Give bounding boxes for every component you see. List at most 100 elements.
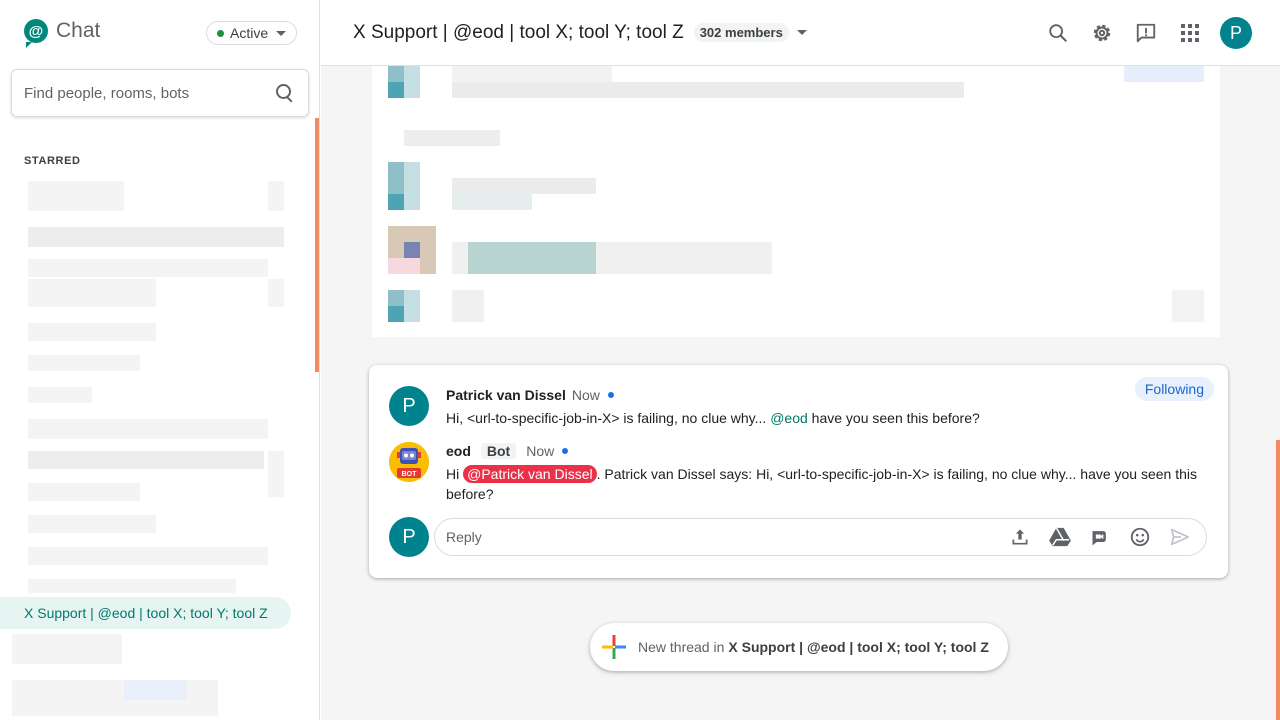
search-input[interactable] xyxy=(24,84,274,102)
blurred-avatar xyxy=(404,290,420,322)
robot-icon: BOT xyxy=(389,442,429,482)
chevron-down-icon xyxy=(276,30,287,36)
blurred-text xyxy=(1124,66,1204,82)
previous-thread-card xyxy=(372,66,1220,337)
gear-icon[interactable] xyxy=(1084,15,1120,51)
reply-input[interactable] xyxy=(446,529,1000,545)
message-header: Patrick van Dissel Now xyxy=(446,386,1209,404)
list-item xyxy=(268,181,284,211)
list-item xyxy=(268,451,284,497)
chat-logo-icon: @ xyxy=(24,19,48,48)
plus-icon xyxy=(602,635,626,659)
list-item[interactable] xyxy=(28,355,140,371)
message-text: Hi @Patrick van Dissel. Patrick van Diss… xyxy=(446,464,1209,504)
list-item[interactable] xyxy=(28,181,124,211)
mention-eod[interactable]: @eod xyxy=(770,410,808,426)
timestamp: Now xyxy=(571,387,600,403)
message-text-part: Hi xyxy=(446,466,464,482)
drive-icon[interactable] xyxy=(1040,520,1080,554)
blurred-text xyxy=(452,290,484,322)
blurred-text xyxy=(452,194,532,210)
blurred-avatar xyxy=(404,242,420,258)
list-item[interactable] xyxy=(28,515,156,533)
sidebar-item-label: X Support | @eod | tool X; tool Y; tool … xyxy=(24,605,268,621)
search-icon[interactable] xyxy=(274,82,296,104)
upload-icon[interactable] xyxy=(1000,520,1040,554)
search-icon[interactable] xyxy=(1040,15,1076,51)
reply-box xyxy=(434,518,1207,556)
blurred-avatar xyxy=(404,66,420,98)
send-icon[interactable] xyxy=(1160,520,1200,554)
sidebar: @ Chat Active STARRED xyxy=(0,0,320,720)
presence-dot-icon xyxy=(562,448,569,454)
list-item[interactable] xyxy=(28,483,140,501)
blurred-text xyxy=(1172,290,1204,322)
blurred-avatar xyxy=(404,162,420,210)
sidebar-scrollbar[interactable] xyxy=(315,118,319,372)
emoji-icon[interactable] xyxy=(1120,520,1160,554)
new-thread-prefix: New thread in xyxy=(638,639,725,655)
app-name: Chat xyxy=(56,19,101,42)
bot-badge: Bot xyxy=(480,443,517,459)
message-text-part: have you seen this before? xyxy=(807,410,980,426)
bot-avatar[interactable]: BOT xyxy=(389,442,429,482)
message-body: Patrick van Dissel Now Hi, <url-to-speci… xyxy=(446,386,1209,428)
list-item xyxy=(124,680,186,700)
video-meet-icon[interactable] xyxy=(1080,520,1120,554)
reply-actions xyxy=(1000,520,1200,554)
new-thread-room: X Support | @eod | tool X; tool Y; tool … xyxy=(728,639,989,655)
list-item[interactable] xyxy=(28,227,284,247)
list-item[interactable] xyxy=(28,387,92,403)
list-item[interactable] xyxy=(28,579,236,593)
main-scrollbar[interactable] xyxy=(1276,440,1280,720)
apps-grid-icon[interactable] xyxy=(1172,15,1208,51)
list-item[interactable] xyxy=(28,451,264,469)
blurred-text xyxy=(452,82,964,98)
blurred-text xyxy=(452,66,612,82)
status-dropdown[interactable]: Active xyxy=(206,21,298,45)
reply-row: P xyxy=(389,517,1209,557)
room-title: X Support | @eod | tool X; tool Y; tool … xyxy=(353,21,684,43)
room-header: X Support | @eod | tool X; tool Y; tool … xyxy=(321,0,1280,66)
app-logo[interactable]: @ Chat xyxy=(24,19,101,48)
presence-dot-icon xyxy=(607,392,614,398)
sender-name[interactable]: Patrick van Dissel xyxy=(446,387,566,403)
feedback-icon[interactable] xyxy=(1128,15,1164,51)
sidebar-item-x-support[interactable]: X Support | @eod | tool X; tool Y; tool … xyxy=(0,597,291,629)
list-item xyxy=(268,279,284,307)
avatar[interactable]: P xyxy=(389,386,429,426)
mention-patrick[interactable]: @Patrick van Dissel xyxy=(463,465,597,483)
blurred-text xyxy=(404,130,500,146)
members-count[interactable]: 302 members xyxy=(693,23,789,42)
message-text: Hi, <url-to-specific-job-in-X> is failin… xyxy=(446,408,1209,428)
avatar[interactable]: P xyxy=(389,517,429,557)
message-header: eod Bot Now xyxy=(446,442,1209,460)
list-item[interactable] xyxy=(28,279,156,307)
chat-app: @ Chat Active STARRED xyxy=(0,0,1280,720)
message-stream: Following P Patrick van Dissel Now Hi, <… xyxy=(321,66,1280,720)
status-label: Active xyxy=(230,25,269,41)
list-item[interactable] xyxy=(28,547,268,565)
blurred-avatar xyxy=(388,306,404,322)
message-body: eod Bot Now Hi @Patrick van Dissel. Patr… xyxy=(446,442,1209,504)
new-thread-button[interactable]: New thread in X Support | @eod | tool X;… xyxy=(590,623,1008,671)
list-item[interactable] xyxy=(28,323,156,341)
timestamp: Now xyxy=(526,443,555,459)
message-text-part: Hi, <url-to-specific-job-in-X> is failin… xyxy=(446,410,771,426)
thread-card: Following P Patrick van Dissel Now Hi, <… xyxy=(369,365,1228,578)
list-item[interactable] xyxy=(28,419,268,439)
status-dot-icon xyxy=(217,29,224,37)
header-actions: P xyxy=(1032,15,1252,51)
list-item[interactable] xyxy=(28,259,268,277)
list-item[interactable] xyxy=(12,680,218,716)
blurred-avatar xyxy=(388,82,404,98)
message: BOT eod Bot Now Hi @Patrick van Dissel. … xyxy=(389,442,1209,504)
account-avatar[interactable]: P xyxy=(1220,17,1252,49)
blurred-text xyxy=(468,242,596,274)
list-item[interactable] xyxy=(12,634,122,664)
blurred-avatar xyxy=(388,194,404,210)
message: P Patrick van Dissel Now Hi, <url-to-spe… xyxy=(389,386,1209,428)
sender-name[interactable]: eod xyxy=(446,443,471,459)
search-box xyxy=(11,69,309,117)
chevron-down-icon[interactable] xyxy=(796,30,807,35)
